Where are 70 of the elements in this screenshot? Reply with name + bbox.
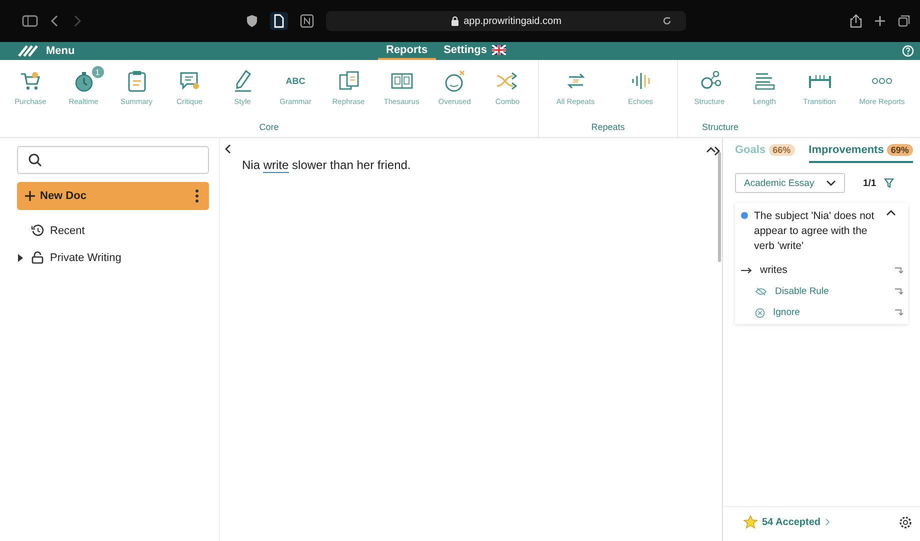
caret-icon[interactable]: [17, 254, 24, 262]
sidebar-icon[interactable]: [22, 15, 38, 27]
flag-icon: [492, 45, 506, 55]
settings-icon[interactable]: [899, 516, 912, 528]
pages-icon: [338, 70, 360, 92]
face-icon: [444, 70, 466, 92]
menu-button[interactable]: Menu: [46, 45, 75, 57]
apply-arrow-icon[interactable]: [895, 288, 904, 295]
apply-arrow-icon[interactable]: [895, 309, 904, 316]
close-circle-icon: [755, 308, 765, 318]
group-label: Structure: [701, 122, 740, 134]
search-field[interactable]: [17, 146, 209, 174]
plus-icon: [25, 191, 35, 201]
count-badge: 1: [92, 66, 104, 78]
suggestion-action[interactable]: Disable Rule: [775, 286, 887, 297]
plus-icon[interactable]: [874, 15, 886, 27]
star-icon: [743, 515, 758, 529]
reload-icon[interactable]: [662, 16, 672, 26]
eye-off-icon: [755, 287, 767, 296]
stopwatch-icon: [74, 70, 94, 92]
essay-type-dropdown[interactable]: Academic Essay: [735, 173, 845, 193]
shield-icon[interactable]: [246, 14, 258, 28]
address-bar[interactable]: app.prowritingaid.com: [326, 11, 686, 31]
sidebar-item[interactable]: Recent: [50, 224, 85, 236]
chevron-down-icon: [826, 180, 836, 186]
new-doc-button[interactable]: New Doc: [17, 182, 209, 210]
suggestion-message: The subject 'Nia' does not appear to agree with the verb 'write': [754, 209, 876, 254]
collapse-icon[interactable]: [886, 209, 896, 216]
book-icon: [390, 72, 412, 90]
pen-icon: [234, 70, 252, 92]
url-text: app.prowritingaid.com: [464, 16, 562, 26]
accepted-link[interactable]: 54 Accepted: [762, 516, 821, 528]
arrow-right-icon: [741, 266, 752, 274]
back-icon[interactable]: [50, 15, 60, 27]
grammar-text-icon: ABC: [286, 76, 306, 86]
share-icon[interactable]: [850, 14, 862, 28]
help-icon[interactable]: [902, 45, 914, 57]
cart-icon: [20, 71, 42, 91]
more-icon: [871, 77, 893, 85]
repeat-icon: [564, 71, 586, 91]
apply-arrow-icon[interactable]: [895, 266, 904, 274]
bridge-icon: [808, 72, 832, 90]
menu-tab[interactable]: Reports: [378, 42, 436, 60]
shuffle-icon: [496, 72, 520, 90]
document-text[interactable]: Nia write slower than her friend.: [242, 158, 716, 172]
chevron-up-icon[interactable]: [706, 146, 716, 152]
expand-right-icon[interactable]: [713, 146, 721, 156]
suggestion-action[interactable]: Ignore: [773, 307, 887, 318]
tabs-icon[interactable]: [898, 15, 910, 27]
search-icon: [28, 153, 42, 167]
menu-tab[interactable]: Settings: [436, 42, 514, 60]
collapse-left-icon[interactable]: [224, 144, 232, 154]
suggestion-count: 1/1: [863, 178, 876, 188]
chat-icon: [178, 71, 200, 91]
panel-tab[interactable]: Goals 66%: [735, 144, 795, 163]
sidebar-item[interactable]: Private Writing: [50, 252, 122, 264]
document-icon[interactable]: [270, 12, 288, 30]
more-vertical-icon[interactable]: [195, 189, 199, 203]
panel-tab[interactable]: Improvements 69%: [808, 144, 913, 163]
clipboard-icon: [128, 70, 146, 92]
history-icon: [31, 224, 44, 237]
group-label: Core: [258, 122, 280, 134]
filter-icon[interactable]: [884, 178, 894, 188]
group-label: Repeats: [590, 122, 626, 134]
sound-wave-icon: [630, 71, 652, 91]
lock-icon: [450, 16, 459, 26]
lock-icon: [31, 251, 44, 264]
lines-icon: [754, 71, 776, 91]
logo-icon: [18, 45, 40, 57]
suggestion-action[interactable]: writes: [760, 264, 887, 276]
